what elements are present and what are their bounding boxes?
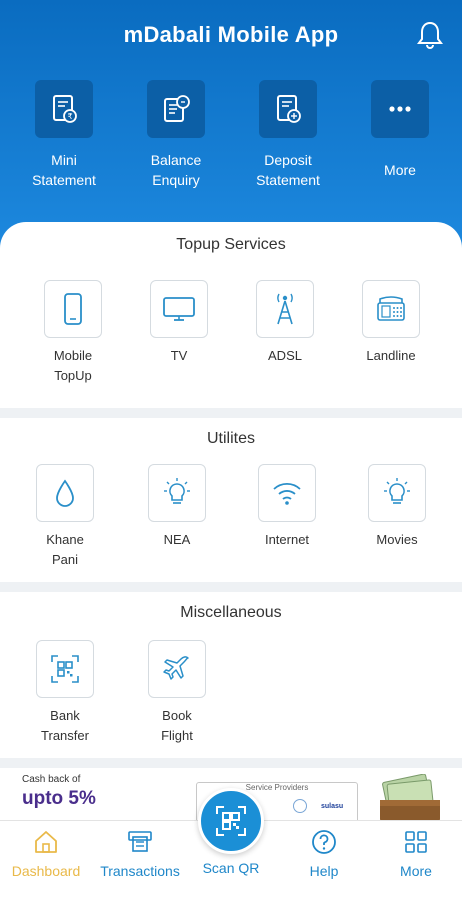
quick-label: Deposit Statement — [256, 152, 320, 188]
section-title: Utilites — [206, 430, 255, 447]
tv-icon — [150, 280, 208, 338]
balance-enquiry-icon — [147, 80, 205, 138]
tile-label: NEA — [163, 532, 191, 547]
quick-actions: ₹ Mini Statement Balance Enquiry Deposit… — [0, 80, 462, 190]
cashback-amount: upto 5% — [22, 788, 96, 809]
bulb-icon — [368, 464, 426, 522]
quick-balance-enquiry[interactable]: Balance Enquiry — [126, 80, 226, 190]
tab-transactions[interactable]: Transactions — [94, 829, 186, 879]
bulb-icon — [148, 464, 206, 522]
tile-label: Landline — [366, 348, 416, 363]
tile-adsl[interactable]: ADSL — [240, 280, 330, 366]
more-dots-icon — [371, 80, 429, 138]
mobile-icon — [44, 280, 102, 338]
tile-label: TV — [170, 348, 188, 363]
tile-movies[interactable]: Movies — [352, 464, 442, 550]
tile-nea[interactable]: NEA — [132, 464, 222, 550]
section-title: Miscellaneous — [180, 604, 282, 621]
provider-logo-icon — [293, 799, 307, 813]
quick-label: Mini Statement — [32, 152, 96, 188]
quick-more[interactable]: More — [350, 80, 450, 180]
tile-book-flight[interactable]: Book Flight — [132, 640, 222, 746]
tile-bank-transfer[interactable]: Bank Transfer — [20, 640, 110, 746]
water-drop-icon — [36, 464, 94, 522]
quick-label: Balance Enquiry — [150, 152, 202, 188]
qr-scan-icon — [216, 806, 246, 836]
tile-mobile-topup[interactable]: Mobile TopUp — [28, 280, 118, 386]
tab-more[interactable]: More — [370, 829, 462, 879]
tile-label: ADSL — [268, 348, 302, 363]
atm-icon — [127, 829, 153, 855]
deposit-statement-icon — [259, 80, 317, 138]
tile-label: Book Flight — [161, 708, 193, 743]
topup-services-card: Topup Services Mobile TopUp TV ADSL Land… — [0, 222, 462, 408]
tile-tv[interactable]: TV — [134, 280, 224, 366]
home-icon — [33, 829, 59, 855]
miscellaneous-card: Miscellaneous Bank Transfer Book Flight — [0, 592, 462, 758]
wifi-icon — [258, 464, 316, 522]
tile-label: Movies — [376, 532, 418, 547]
svg-text:₹: ₹ — [67, 112, 72, 121]
qr-transfer-icon — [36, 640, 94, 698]
quick-label: More — [384, 162, 416, 178]
tab-help[interactable]: Help — [278, 829, 370, 879]
utilities-card: Utilites Khane Pani NEA Internet Movies — [0, 418, 462, 582]
tile-khane-pani[interactable]: Khane Pani — [20, 464, 110, 570]
app-title: mDabali Mobile App — [123, 22, 339, 47]
tile-internet[interactable]: Internet — [242, 464, 332, 550]
tile-label: Khane Pani — [46, 532, 84, 567]
scan-qr-button[interactable] — [198, 788, 264, 854]
tab-label: More — [400, 863, 432, 879]
help-icon — [311, 829, 337, 855]
scan-qr-label[interactable]: Scan QR — [186, 860, 276, 876]
tab-dashboard[interactable]: Dashboard — [0, 829, 92, 879]
airplane-icon — [148, 640, 206, 698]
tower-icon — [256, 280, 314, 338]
provider-logo-text: sulasu — [321, 803, 344, 810]
quick-mini-statement[interactable]: ₹ Mini Statement — [14, 80, 114, 190]
tile-label: Mobile TopUp — [53, 348, 93, 383]
tile-label: Internet — [264, 532, 310, 547]
section-title: Topup Services — [176, 236, 286, 253]
cash-stack-icon — [378, 773, 442, 822]
tile-label: Bank Transfer — [41, 708, 89, 743]
tile-landline[interactable]: Landline — [346, 280, 436, 366]
quick-deposit-statement[interactable]: Deposit Statement — [238, 80, 338, 190]
cashback-caption: Cash back of — [22, 774, 81, 785]
tab-label: Transactions — [100, 863, 180, 879]
tab-label: Help — [309, 863, 339, 879]
bell-icon[interactable] — [416, 20, 444, 50]
grid-icon — [403, 829, 429, 855]
landline-phone-icon — [362, 280, 420, 338]
tab-label: Dashboard — [11, 863, 81, 879]
mini-statement-icon: ₹ — [35, 80, 93, 138]
